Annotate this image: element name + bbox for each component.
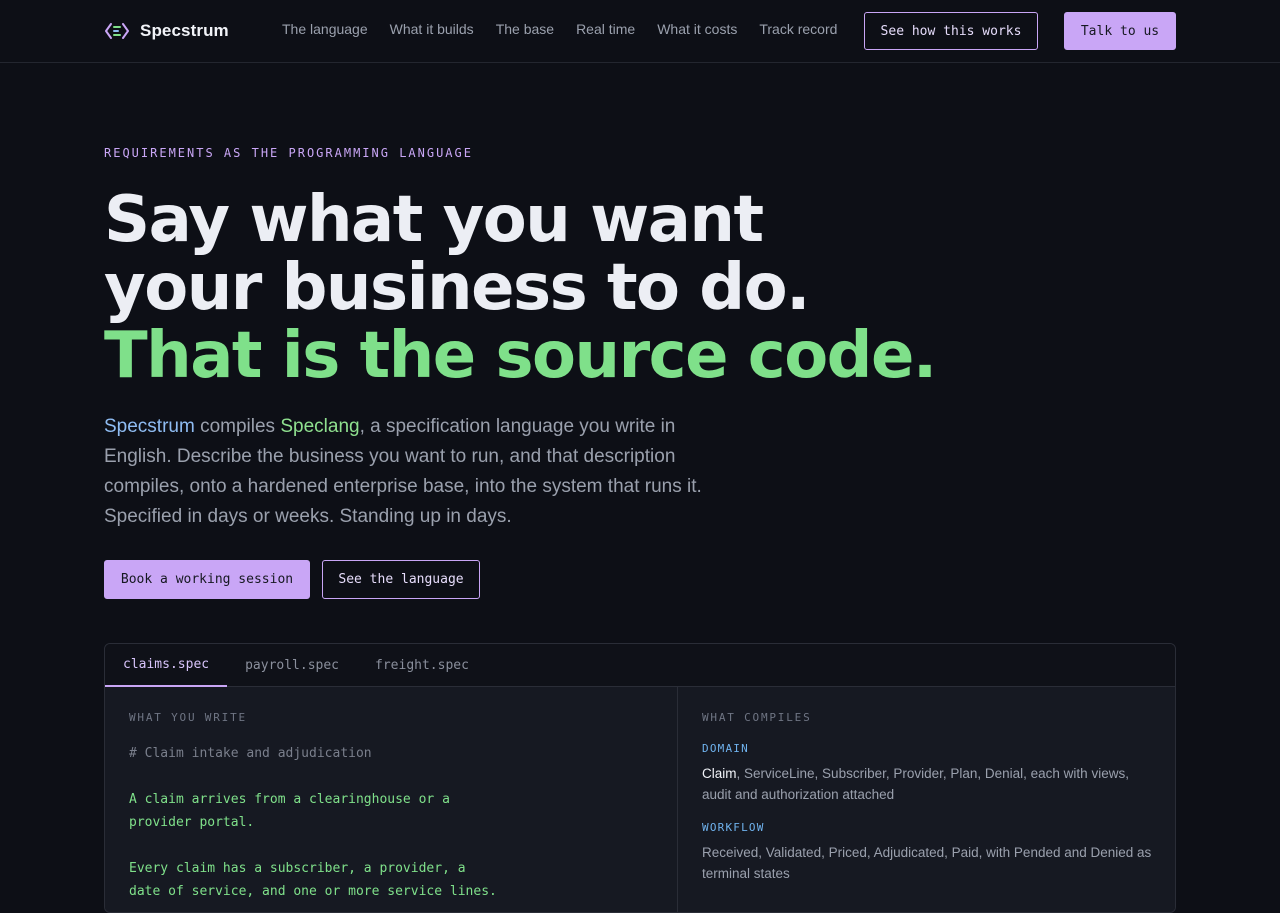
talk-to-us-button[interactable]: Talk to us — [1064, 12, 1176, 50]
lede-verb: compiles — [194, 416, 281, 437]
domain-section-body: Claim, ServiceLine, Subscriber, Provider… — [702, 763, 1153, 805]
nav-link-costs[interactable]: What it costs — [657, 21, 737, 37]
headline-line-1: Say what you want — [104, 183, 764, 257]
code-line: Every claim has a subscriber, a provider… — [129, 861, 466, 876]
nav-link-builds[interactable]: What it builds — [390, 21, 474, 37]
lede-product-name: Specstrum — [104, 416, 195, 437]
hero-headline: Say what you want your business to do. T… — [104, 186, 1004, 390]
see-language-button[interactable]: See the language — [322, 560, 480, 599]
headline-line-3: That is the source code. — [104, 319, 937, 393]
code-line: A claim arrives from a clearinghouse or … — [129, 792, 450, 807]
what-you-write-label: WHAT YOU WRITE — [129, 711, 247, 724]
domain-primary-entity: Claim — [702, 766, 737, 781]
tab-claims-spec[interactable]: claims.spec — [105, 644, 228, 687]
code-comment: # Claim intake and adjudication — [129, 746, 372, 761]
book-session-button[interactable]: Book a working session — [104, 560, 310, 599]
hero-lede: Specstrum compiles Speclang, a specifica… — [104, 412, 724, 532]
hero-eyebrow: REQUIREMENTS AS THE PROGRAMMING LANGUAGE — [104, 146, 473, 160]
tab-freight-spec[interactable]: freight.spec — [357, 644, 487, 687]
domain-entities: , ServiceLine, Subscriber, Provider, Pla… — [702, 766, 1129, 802]
spec-code: # Claim intake and adjudication A claim … — [129, 742, 653, 903]
what-compiles-column: WHAT COMPILES DOMAIN Claim, ServiceLine,… — [678, 687, 1175, 912]
workflow-section-body: Received, Validated, Priced, Adjudicated… — [702, 845, 1152, 881]
headline-line-2: your business to do. — [104, 251, 810, 325]
see-how-button[interactable]: See how this works — [864, 12, 1038, 50]
code-line: provider portal. — [129, 815, 255, 830]
bracket-lines-icon — [105, 23, 129, 39]
spec-tabs: claims.spec payroll.spec freight.spec — [105, 644, 1175, 687]
workflow-section-title: WORKFLOW — [702, 821, 765, 834]
nav-link-track-record[interactable]: Track record — [759, 21, 837, 37]
what-you-write-column: WHAT YOU WRITE # Claim intake and adjudi… — [105, 687, 678, 912]
nav-link-base[interactable]: The base — [496, 21, 554, 37]
primary-nav: The language What it builds The base Rea… — [282, 21, 837, 37]
nav-link-language[interactable]: The language — [282, 21, 368, 37]
lede-language-name: Speclang — [280, 416, 360, 437]
spec-panel: claims.spec payroll.spec freight.spec WH… — [104, 643, 1176, 913]
domain-section-title: DOMAIN — [702, 742, 749, 755]
nav-link-real-time[interactable]: Real time — [576, 21, 635, 37]
brand[interactable]: Specstrum — [104, 18, 229, 44]
top-nav: Specstrum The language What it builds Th… — [0, 0, 1280, 63]
what-compiles-label: WHAT COMPILES — [702, 711, 812, 724]
brand-name: Specstrum — [140, 21, 229, 40]
tab-payroll-spec[interactable]: payroll.spec — [227, 644, 357, 687]
